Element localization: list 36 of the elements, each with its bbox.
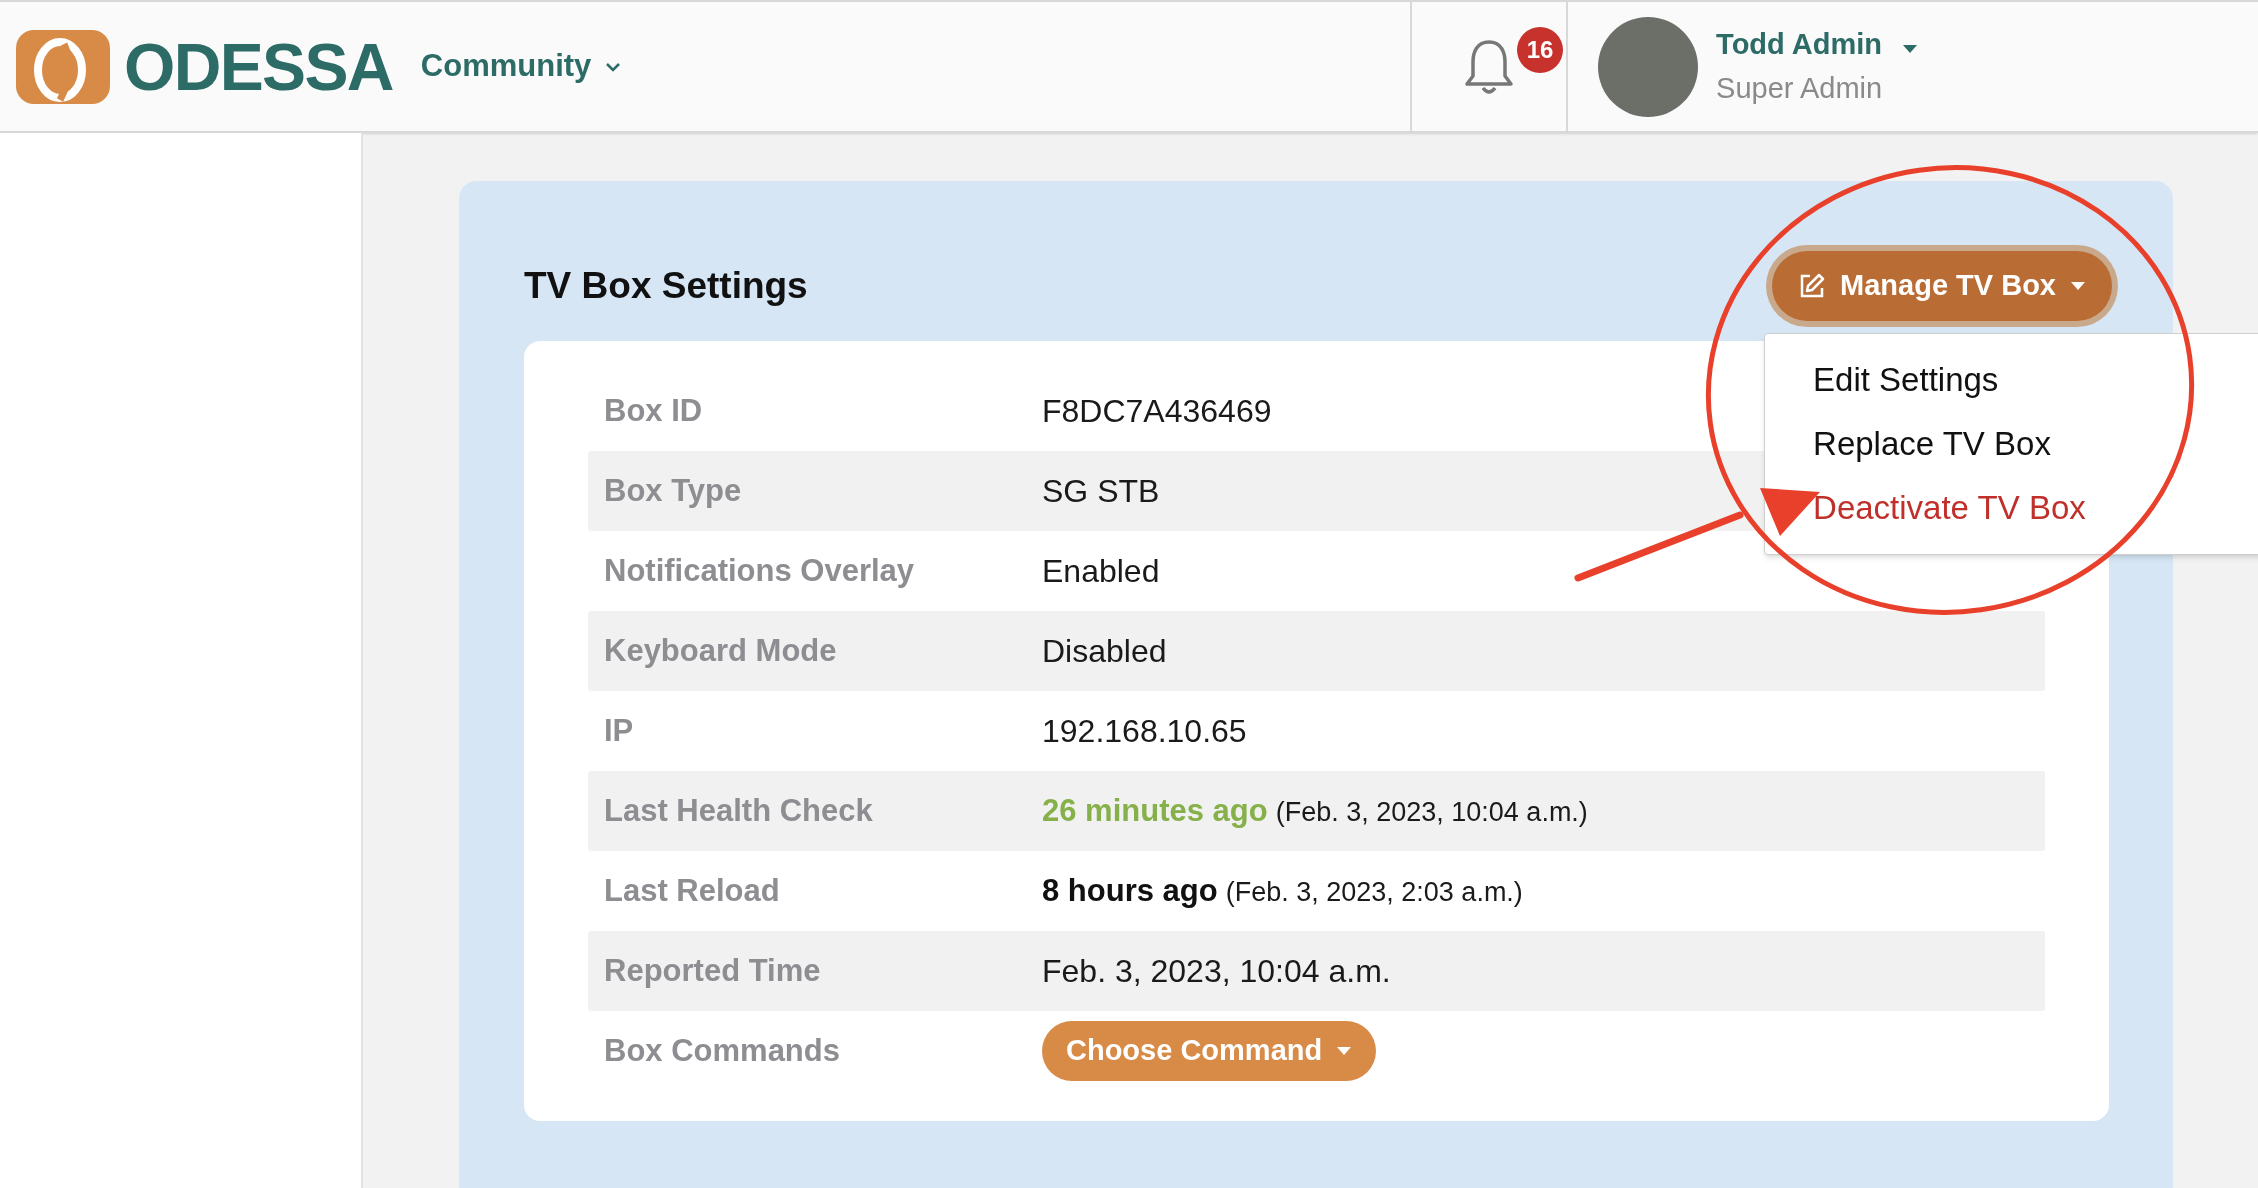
- field-label: Last Reload: [604, 871, 781, 910]
- community-menu[interactable]: Community: [420, 2, 622, 131]
- notifications-button[interactable]: [1463, 37, 1516, 96]
- field-value: Disabled: [1042, 632, 1167, 671]
- relative-time: 26 minutes ago: [1042, 791, 1268, 830]
- field-value: F8DC7A436469: [1042, 392, 1272, 431]
- logo-text: ODESSA: [124, 33, 393, 100]
- field-label: Reported Time: [604, 951, 822, 990]
- user-role: Super Admin: [1716, 70, 1884, 106]
- field-label: Box Type: [604, 471, 743, 510]
- timestamp: (Feb. 3, 2023, 10:04 a.m.): [1275, 795, 1588, 829]
- field-label: Box Commands: [604, 1031, 841, 1070]
- menu-item[interactable]: Deactivate TV Box: [1765, 476, 2258, 540]
- field-value: Enabled: [1042, 552, 1160, 591]
- edit-icon: [1798, 272, 1827, 300]
- timestamp: (Feb. 3, 2023, 2:03 a.m.): [1225, 875, 1523, 909]
- menu-item[interactable]: Edit Settings: [1765, 348, 2258, 412]
- field-label: Keyboard Mode: [604, 631, 838, 670]
- caret-icon: [2070, 281, 2086, 291]
- logo-icon: [16, 29, 110, 104]
- menu-item[interactable]: Replace TV Box: [1765, 412, 2258, 476]
- field-value: SG STB: [1042, 472, 1160, 511]
- field-label: Notifications Overlay: [604, 551, 916, 590]
- field-label: IP: [604, 711, 635, 750]
- bell-icon: [1463, 37, 1516, 96]
- relative-time: 8 hours ago: [1042, 871, 1218, 910]
- field-value: 192.168.10.65: [1042, 712, 1247, 751]
- user-name[interactable]: Todd Admin: [1716, 23, 1882, 67]
- caret-icon: [1336, 1046, 1353, 1056]
- field-label: Box ID: [604, 391, 704, 430]
- caret-icon: [1902, 43, 1918, 54]
- field-value: Feb. 3, 2023, 10:04 a.m.: [1042, 952, 1391, 991]
- notification-count-badge: 16: [1517, 26, 1564, 73]
- panel-title: TV Box Settings: [524, 264, 808, 309]
- chevron-down-icon: [605, 61, 622, 72]
- field-label: Last Health Check: [604, 791, 874, 830]
